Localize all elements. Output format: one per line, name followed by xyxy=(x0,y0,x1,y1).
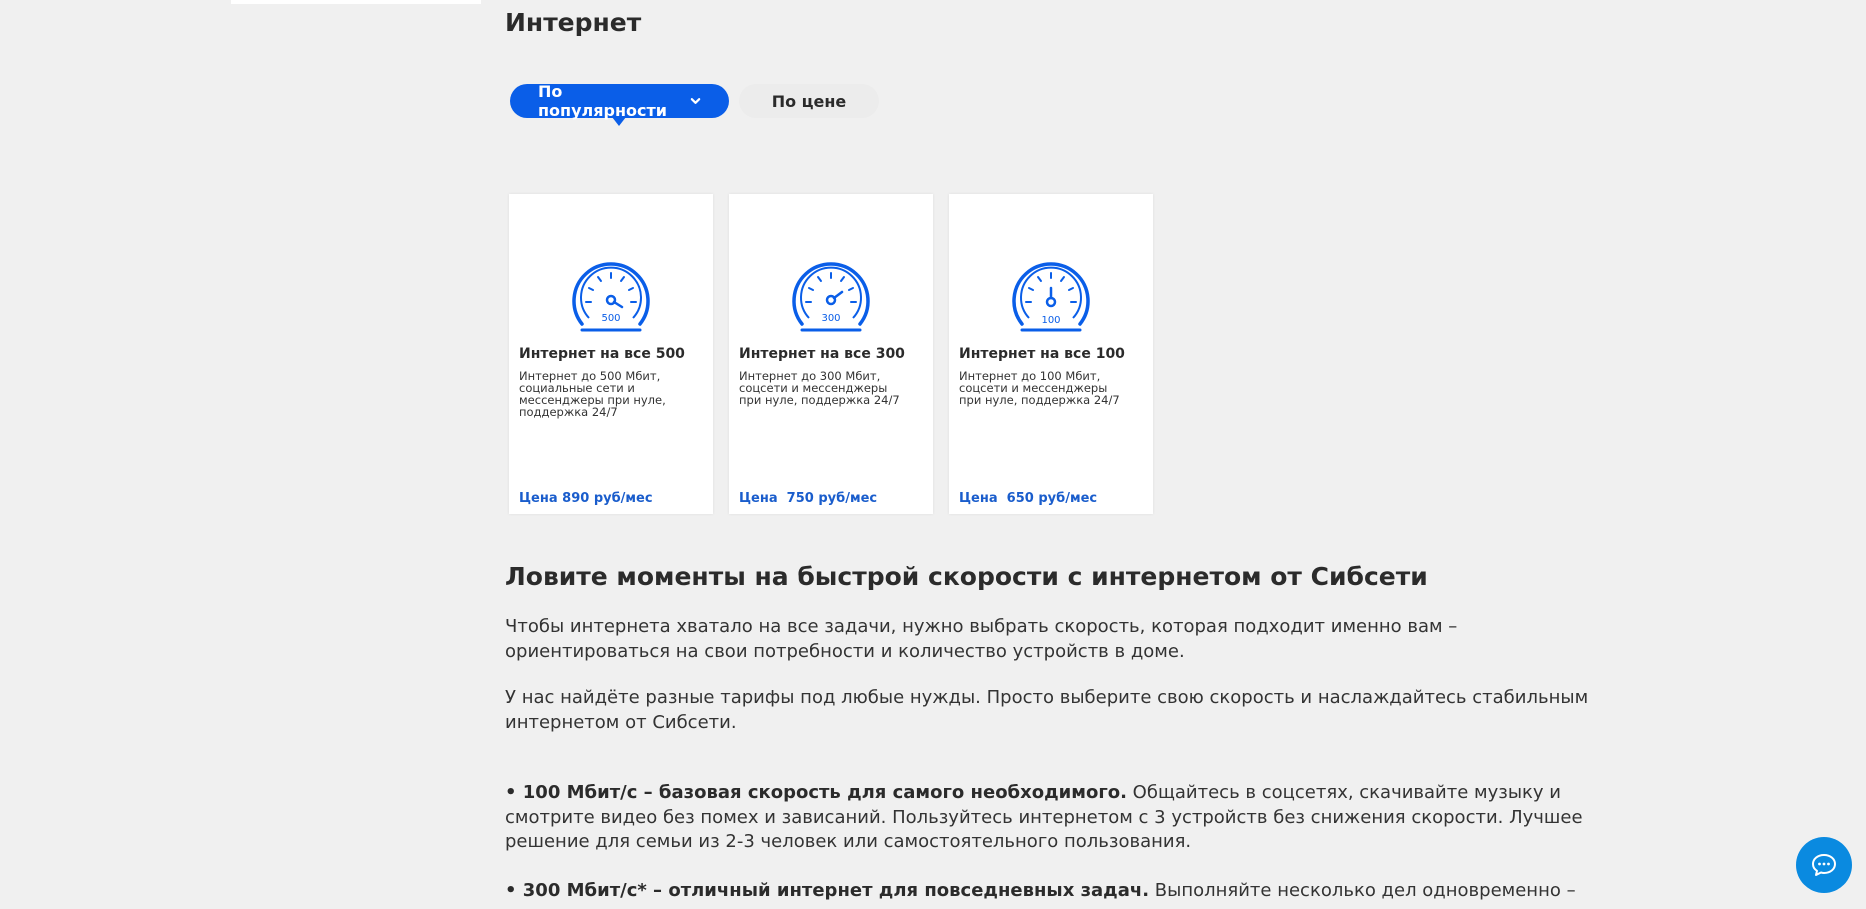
speedometer-icon: 100 xyxy=(1012,262,1090,332)
tariff-price: Цена 890 руб/мес xyxy=(519,491,653,506)
bullet-text: Выполняйте несколько дел одновременно – xyxy=(1149,880,1576,901)
bullet-heading: • 100 Мбит/с – базовая скорость для само… xyxy=(505,782,1127,803)
bullet-heading: • 300 Мбит/с* – отличный интернет для по… xyxy=(505,880,1150,901)
tariff-title: Интернет на все 500 xyxy=(519,346,685,362)
article-paragraph-1: Чтобы интернета хватало на все задачи, н… xyxy=(505,616,1458,662)
article-paragraph-2: У нас найдёте разные тарифы под любые ну… xyxy=(505,687,1589,733)
speedometer-icon: 500 xyxy=(572,262,650,332)
gauge-label: 500 xyxy=(601,313,620,324)
tariff-price: Цена 650 руб/мес xyxy=(959,491,1098,506)
page: Интернет По популярности По цене 500 Инт… xyxy=(0,0,1866,909)
tariff-card-300[interactable]: 300 Интернет на все 300 Интернет до 300 … xyxy=(729,194,933,514)
tariff-card-500[interactable]: 500 Интернет на все 500 Интернет до 500 … xyxy=(509,194,713,514)
article-bullet-100: • 100 Мбит/с – базовая скорость для само… xyxy=(505,781,1605,855)
chat-button[interactable] xyxy=(1796,837,1852,893)
tariff-card-100[interactable]: 100 Интернет на все 100 Интернет до 100 … xyxy=(949,194,1153,514)
tariff-cards: 500 Интернет на все 500 Интернет до 500 … xyxy=(509,194,1169,514)
chat-bubble-icon xyxy=(1812,854,1836,876)
gauge-label: 300 xyxy=(821,313,840,324)
tariff-description: Интернет до 100 Мбит, соцсети и мессендж… xyxy=(959,369,1120,407)
sort-bar: По популярности По цене xyxy=(510,82,879,126)
tariff-price: Цена 750 руб/мес xyxy=(739,491,878,506)
section-heading: Ловите моменты на быстрой скорости с инт… xyxy=(505,562,1428,591)
gauge-label: 100 xyxy=(1041,315,1060,326)
sort-by-price-label: По цене xyxy=(771,91,847,111)
tariff-title: Интернет на все 300 xyxy=(739,346,905,362)
tariff-title: Интернет на все 100 xyxy=(959,346,1125,362)
sort-by-popularity-label: По популярности xyxy=(538,82,667,120)
sort-by-popularity-button[interactable]: По популярности xyxy=(510,82,729,126)
tariff-description: Интернет до 500 Мбит, социальные сети и … xyxy=(519,369,666,419)
sidebar-strip xyxy=(231,0,481,4)
tariff-description: Интернет до 300 Мбит, соцсети и мессендж… xyxy=(739,369,900,407)
article-bullet-300: • 300 Мбит/с* – отличный интернет для по… xyxy=(505,879,1605,904)
chevron-down-icon xyxy=(690,98,701,104)
speedometer-icon: 300 xyxy=(792,262,870,332)
page-title: Интернет xyxy=(505,8,642,37)
sort-by-price-button[interactable]: По цене xyxy=(739,84,879,118)
